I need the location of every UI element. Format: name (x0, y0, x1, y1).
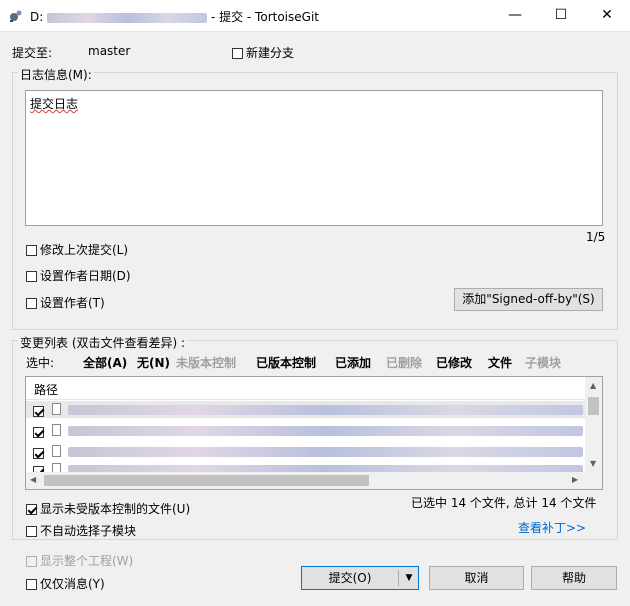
no-auto-submodule-checkbox[interactable] (26, 526, 37, 537)
redacted-file-path (68, 447, 583, 457)
vertical-scrollbar[interactable]: ▲ ▼ (585, 377, 602, 472)
title-bar: D: - 提交 - TortoiseGit — ☐ ✕ (0, 0, 630, 32)
author-checkbox[interactable] (26, 298, 37, 309)
redacted-path (47, 12, 208, 23)
redacted-file-path (68, 426, 583, 436)
file-icon (52, 445, 61, 457)
message-group-title: 日志信息(M): (18, 66, 94, 83)
file-icon (52, 424, 61, 436)
help-button[interactable]: 帮助 (531, 566, 617, 590)
cancel-button[interactable]: 取消 (429, 566, 524, 590)
commit-message-input[interactable]: 提交日志 (25, 90, 603, 226)
close-button[interactable]: ✕ (584, 0, 630, 31)
message-only-row[interactable]: 仅仅消息(Y) (26, 575, 105, 592)
amend-checkbox-row[interactable]: 修改上次提交(L) (26, 241, 128, 258)
horizontal-scroll-thumb[interactable] (44, 475, 369, 486)
scroll-right-icon[interactable]: ▶ (572, 475, 578, 484)
horizontal-scrollbar[interactable]: ◀ ▶ (26, 472, 585, 489)
add-signed-off-by-button[interactable]: 添加"Signed-off-by"(S) (454, 288, 603, 311)
column-path[interactable]: 路径 (34, 381, 58, 398)
scroll-up-icon[interactable]: ▲ (590, 381, 596, 390)
filter-modified[interactable]: 已修改 (436, 354, 472, 371)
commit-split-button[interactable]: 提交(O) ▼ (301, 566, 419, 590)
select-label: 选中: (26, 356, 55, 370)
row-checkbox[interactable] (33, 427, 44, 438)
row-checkbox[interactable] (33, 448, 44, 459)
filter-versioned[interactable]: 已版本控制 (256, 354, 316, 371)
filter-files[interactable]: 文件 (488, 354, 512, 371)
minimize-button[interactable]: — (492, 0, 538, 31)
commit-to-label: 提交至: (12, 46, 53, 60)
author-label: 设置作者(T) (40, 296, 105, 310)
filter-submodules: 子模块 (525, 356, 562, 370)
branch-name: master (88, 44, 131, 58)
table-row[interactable] (26, 443, 586, 460)
new-branch-checkbox[interactable] (232, 48, 243, 59)
tortoisegit-app-icon (10, 10, 22, 22)
filter-added[interactable]: 已添加 (335, 354, 371, 371)
filter-all[interactable]: 全部(A) (83, 354, 127, 371)
filter-deleted: 已删除 (386, 356, 423, 370)
message-only-checkbox[interactable] (26, 579, 37, 590)
new-branch-label: 新建分支 (246, 46, 295, 60)
show-whole-project-label: 显示整个工程(W) (40, 554, 134, 568)
commit-message-text: 提交日志 (30, 97, 79, 111)
table-row[interactable] (26, 401, 586, 418)
show-whole-project-checkbox (26, 556, 37, 567)
scroll-left-icon[interactable]: ◀ (30, 475, 36, 484)
scroll-down-icon[interactable]: ▼ (590, 459, 596, 468)
list-header: 路径 (26, 377, 586, 400)
view-patch-link[interactable]: 查看补丁>> (518, 519, 586, 536)
amend-checkbox[interactable] (26, 245, 37, 256)
split-divider (398, 570, 399, 586)
commit-button[interactable]: 提交(O) (302, 567, 398, 589)
author-date-checkbox-row[interactable]: 设置作者日期(D) (26, 267, 131, 284)
changes-group-title: 变更列表 (双击文件查看差异) : (18, 334, 188, 351)
row-checkbox[interactable] (33, 406, 44, 417)
scroll-corner (585, 472, 602, 489)
maximize-button[interactable]: ☐ (538, 0, 584, 31)
show-whole-project-row: 显示整个工程(W) (26, 552, 133, 569)
filter-unversioned: 未版本控制 (176, 356, 237, 370)
changes-file-list[interactable]: 路径 ▲ ▼ ◀ ▶ (25, 376, 603, 490)
amend-label: 修改上次提交(L) (40, 243, 129, 257)
no-auto-submodule-label: 不自动选择子模块 (40, 524, 137, 538)
vertical-scroll-thumb[interactable] (588, 397, 599, 415)
file-icon (52, 403, 61, 415)
filter-none[interactable]: 无(N) (137, 354, 170, 371)
new-branch-checkbox-row[interactable]: 新建分支 (232, 44, 294, 61)
show-unversioned-row[interactable]: 显示未受版本控制的文件(U) (26, 500, 190, 517)
chevron-down-icon[interactable]: ▼ (400, 567, 418, 589)
author-checkbox-row[interactable]: 设置作者(T) (26, 294, 105, 311)
message-counter: 1/5 (586, 230, 606, 244)
redacted-file-path (68, 405, 583, 415)
window-title: D: - 提交 - TortoiseGit (30, 10, 319, 24)
author-date-label: 设置作者日期(D) (40, 269, 131, 283)
author-date-checkbox[interactable] (26, 271, 37, 282)
message-only-label: 仅仅消息(Y) (40, 577, 105, 591)
selection-summary: 已选中 14 个文件, 总计 14 个文件 (411, 496, 597, 510)
show-unversioned-label: 显示未受版本控制的文件(U) (40, 502, 191, 516)
no-auto-submodule-row[interactable]: 不自动选择子模块 (26, 522, 136, 539)
table-row[interactable] (26, 422, 586, 439)
show-unversioned-checkbox[interactable] (26, 504, 37, 515)
